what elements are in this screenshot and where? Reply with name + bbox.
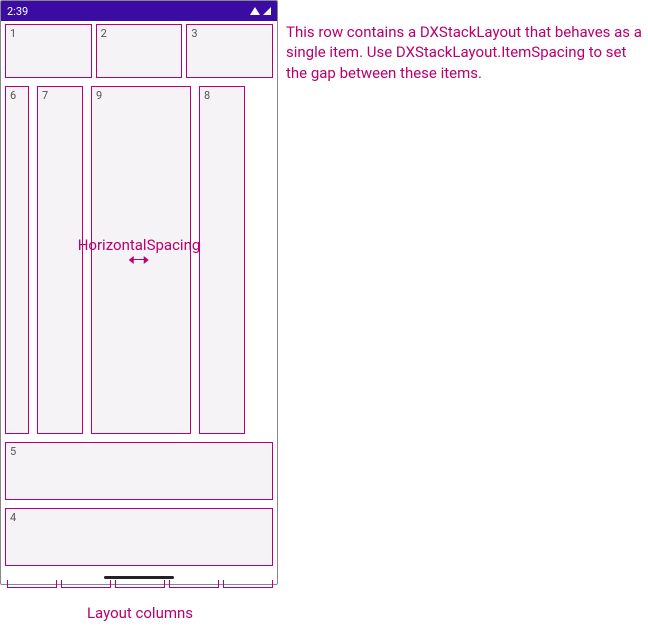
horizontal-spacing-label: HorizontalSpacing — [78, 236, 201, 254]
wifi-icon — [250, 7, 260, 15]
cell-3: 3 — [186, 24, 273, 78]
phone-body: 1 2 3 6 7 9 8 HorizontalSpacing 5 4 — [1, 21, 277, 570]
column-bracket — [223, 580, 273, 588]
cell-4: 4 — [5, 508, 273, 566]
column-bracket — [7, 580, 57, 588]
column-bracket — [169, 580, 219, 588]
cell-2: 2 — [96, 24, 183, 78]
status-icons — [250, 7, 271, 15]
phone-frame: 2:39 1 2 3 6 7 9 8 HorizontalSpacing — [0, 0, 278, 585]
cell-1: 1 — [5, 24, 92, 78]
double-arrow-icon — [129, 256, 149, 264]
row-1-stacklayout: 1 2 3 — [5, 24, 273, 78]
row-3: 5 — [5, 442, 273, 500]
layout-columns-label: Layout columns — [4, 604, 276, 622]
row-4: 4 — [5, 508, 273, 566]
layout-columns-annotation: Layout columns — [4, 580, 276, 622]
side-annotation: This row contains a DXStackLayout that b… — [286, 22, 646, 83]
cell-6: 6 — [5, 86, 29, 434]
column-bracket — [115, 580, 165, 588]
status-time: 2:39 — [7, 5, 28, 18]
column-bracket — [61, 580, 111, 588]
status-bar: 2:39 — [1, 1, 277, 21]
cell-5: 5 — [5, 442, 273, 500]
cell-8: 8 — [199, 86, 245, 434]
column-brackets — [4, 580, 276, 590]
horizontal-spacing-annotation: HorizontalSpacing — [76, 236, 203, 264]
row-2: 6 7 9 8 HorizontalSpacing — [5, 86, 273, 434]
signal-icon — [263, 7, 271, 15]
nav-handle-icon — [104, 576, 174, 579]
